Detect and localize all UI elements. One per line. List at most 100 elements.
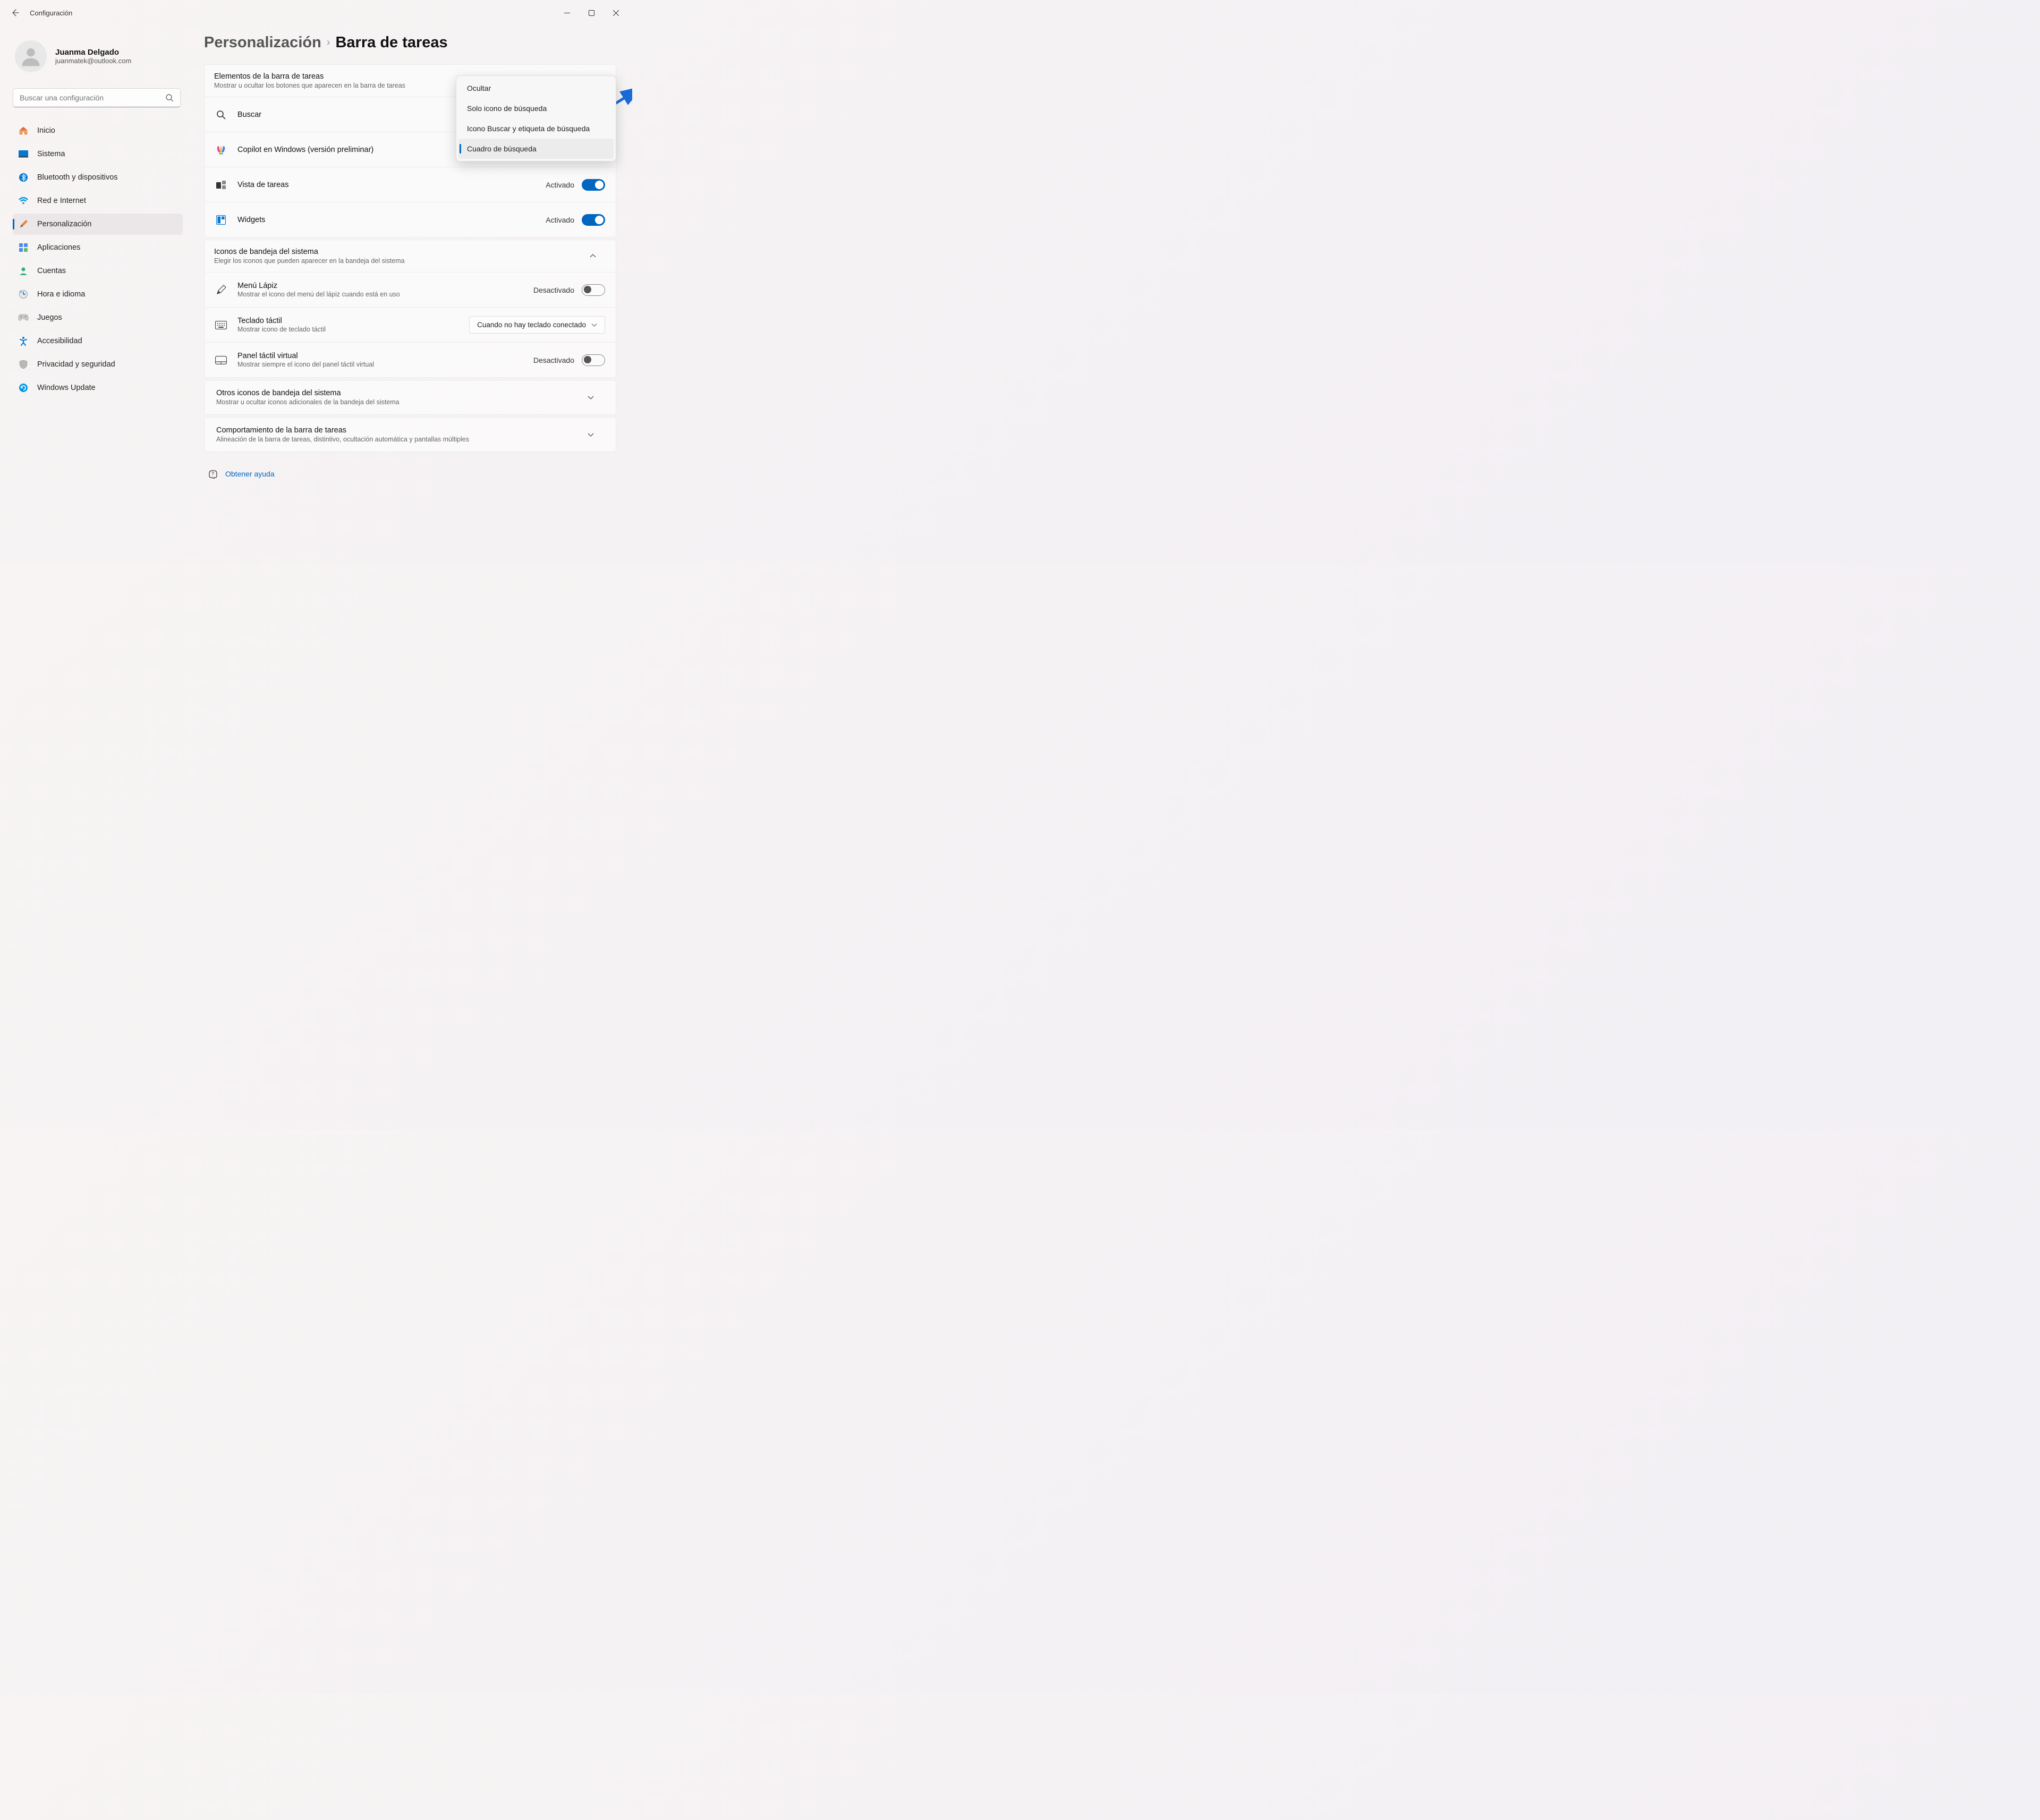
breadcrumb: Personalización › Barra de tareas <box>204 34 616 52</box>
back-button[interactable] <box>4 2 26 23</box>
nav-label: Privacidad y seguridad <box>37 360 115 369</box>
nav-personalization[interactable]: Personalización <box>13 214 183 235</box>
keyboard-icon <box>215 319 227 331</box>
nav-gaming[interactable]: Juegos <box>13 307 183 328</box>
bluetooth-icon <box>18 172 29 183</box>
row-taskview: Vista de tareas Activado <box>205 167 616 202</box>
maximize-button[interactable] <box>579 4 604 21</box>
touch-keyboard-dropdown[interactable]: Cuando no hay teclado conectado <box>469 316 605 334</box>
pen-icon <box>215 284 227 296</box>
nav-label: Sistema <box>37 150 65 158</box>
minimize-icon <box>564 10 570 16</box>
toggle-widgets[interactable] <box>582 214 605 226</box>
close-icon <box>613 10 619 16</box>
taskview-icon <box>215 179 227 191</box>
clock-icon <box>18 289 29 300</box>
nav-label: Aplicaciones <box>37 243 80 252</box>
nav-time[interactable]: Hora e idioma <box>13 284 183 305</box>
row-sub: Mostrar el icono del menú del lápiz cuan… <box>237 291 400 298</box>
window-title: Configuración <box>30 9 72 17</box>
get-help-link[interactable]: ? Obtener ayuda <box>204 454 616 484</box>
accessibility-icon <box>18 336 29 346</box>
copilot-icon <box>215 144 227 156</box>
row-widgets: Widgets Activado <box>205 202 616 237</box>
breadcrumb-parent[interactable]: Personalización <box>204 34 321 52</box>
expander-subtitle: Alineación de la barra de tareas, distin… <box>216 436 587 443</box>
close-button[interactable] <box>604 4 628 21</box>
nav-label: Windows Update <box>37 384 96 392</box>
row-pen: Menú Lápiz Mostrar el icono del menú del… <box>205 272 616 307</box>
row-touch-keyboard: Teclado táctil Mostrar icono de teclado … <box>205 307 616 342</box>
widgets-icon <box>215 214 227 226</box>
toggle-touchpad[interactable] <box>582 354 605 366</box>
wifi-icon <box>18 195 29 206</box>
toggle-taskview[interactable] <box>582 179 605 191</box>
nav-label: Personalización <box>37 220 91 228</box>
sidebar: Juanma Delgado juanmatek@outlook.com Ini… <box>0 25 191 565</box>
svg-text:?: ? <box>211 471 214 477</box>
user-block[interactable]: Juanma Delgado juanmatek@outlook.com <box>11 25 185 85</box>
nav-accessibility[interactable]: Accesibilidad <box>13 330 183 352</box>
help-icon: ? <box>208 469 218 479</box>
maximize-icon <box>589 10 594 16</box>
chevron-up-icon <box>589 252 606 260</box>
state-text: Desactivado <box>533 356 574 364</box>
toggle-pen[interactable] <box>582 284 605 296</box>
popup-option-search-box[interactable]: Cuadro de búsqueda <box>458 139 614 159</box>
nav-system[interactable]: Sistema <box>13 143 183 165</box>
popup-option-icon-only[interactable]: Solo icono de búsqueda <box>458 98 614 118</box>
home-icon <box>18 125 29 136</box>
row-sub: Mostrar icono de teclado táctil <box>237 326 326 333</box>
person-icon <box>19 45 42 68</box>
chevron-right-icon: › <box>327 37 330 49</box>
nav-home[interactable]: Inicio <box>13 120 183 141</box>
nav-label: Hora e idioma <box>37 290 85 299</box>
avatar <box>15 40 47 72</box>
nav-update[interactable]: Windows Update <box>13 377 183 398</box>
row-sub: Mostrar siempre el icono del panel tácti… <box>237 361 374 368</box>
card-header[interactable]: Iconos de bandeja del sistema Elegir los… <box>205 240 616 272</box>
nav-privacy[interactable]: Privacidad y seguridad <box>13 354 183 375</box>
nav-network[interactable]: Red e Internet <box>13 190 183 211</box>
state-text: Activado <box>546 216 574 224</box>
nav-apps[interactable]: Aplicaciones <box>13 237 183 258</box>
search-input[interactable] <box>20 93 165 102</box>
update-icon <box>18 382 29 393</box>
breadcrumb-current: Barra de tareas <box>335 34 447 52</box>
row-label: Vista de tareas <box>237 181 288 189</box>
brush-icon <box>18 219 29 229</box>
nav-bluetooth[interactable]: Bluetooth y dispositivos <box>13 167 183 188</box>
touchpad-icon <box>215 354 227 366</box>
row-label: Panel táctil virtual <box>237 352 374 360</box>
shield-icon <box>18 359 29 370</box>
search-box[interactable] <box>13 88 181 107</box>
search-icon <box>165 93 174 102</box>
search-icon <box>215 109 227 121</box>
nav-label: Red e Internet <box>37 197 86 205</box>
main-content: Personalización › Barra de tareas Elemen… <box>191 25 632 565</box>
row-touchpad: Panel táctil virtual Mostrar siempre el … <box>205 342 616 377</box>
row-label: Widgets <box>237 216 265 224</box>
user-email: juanmatek@outlook.com <box>55 57 131 65</box>
chevron-down-icon <box>591 322 597 328</box>
other-tray-icons-expander[interactable]: Otros iconos de bandeja del sistema Most… <box>204 380 616 415</box>
system-icon <box>18 149 29 159</box>
row-label: Menú Lápiz <box>237 282 400 290</box>
nav-label: Juegos <box>37 313 62 322</box>
account-icon <box>18 266 29 276</box>
nav-label: Accesibilidad <box>37 337 82 345</box>
chevron-down-icon <box>587 394 604 401</box>
window-controls <box>555 4 628 21</box>
nav-accounts[interactable]: Cuentas <box>13 260 183 282</box>
gamepad-icon <box>18 312 29 323</box>
expander-subtitle: Mostrar u ocultar iconos adicionales de … <box>216 398 587 406</box>
row-label: Teclado táctil <box>237 317 326 325</box>
minimize-button[interactable] <box>555 4 579 21</box>
search-dropdown-popup: Ocultar Solo icono de búsqueda Icono Bus… <box>456 75 616 161</box>
expander-title: Otros iconos de bandeja del sistema <box>216 389 587 397</box>
taskbar-behavior-expander[interactable]: Comportamiento de la barra de tareas Ali… <box>204 417 616 452</box>
popup-option-hide[interactable]: Ocultar <box>458 78 614 98</box>
popup-option-icon-label[interactable]: Icono Buscar y etiqueta de búsqueda <box>458 118 614 139</box>
system-tray-card: Iconos de bandeja del sistema Elegir los… <box>204 240 616 378</box>
expander-title: Comportamiento de la barra de tareas <box>216 426 587 435</box>
